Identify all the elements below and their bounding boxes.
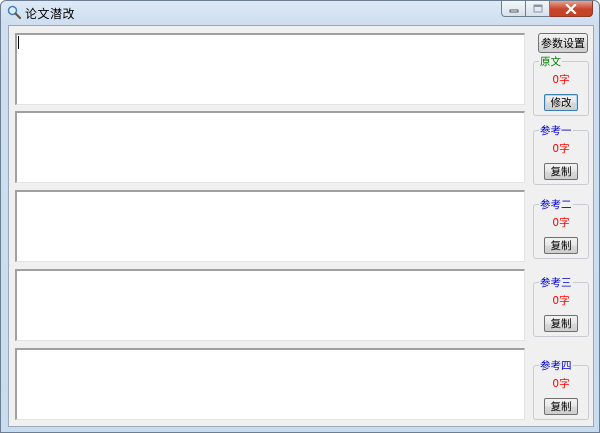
reference-four-text-area[interactable] bbox=[15, 348, 525, 420]
app-window: 论文潜改 参数设置 原文 0字 修改 参考一 0字 复制 参考二 0字 复制 参… bbox=[0, 0, 600, 433]
reference-four-word-count: 0字 bbox=[552, 378, 570, 390]
reference-one-group: 参考一 0字 复制 bbox=[533, 123, 589, 185]
modify-button[interactable]: 修改 bbox=[544, 94, 578, 111]
settings-button[interactable]: 参数设置 bbox=[538, 33, 588, 53]
title-bar[interactable]: 论文潜改 bbox=[1, 1, 599, 23]
reference-three-label: 参考三 bbox=[539, 275, 573, 290]
reference-two-text-area[interactable] bbox=[15, 190, 525, 262]
reference-four-copy-button[interactable]: 复制 bbox=[544, 398, 578, 415]
reference-four-label: 参考四 bbox=[539, 358, 573, 373]
reference-two-label: 参考二 bbox=[539, 197, 573, 212]
reference-three-copy-button[interactable]: 复制 bbox=[544, 315, 578, 332]
reference-two-copy-button[interactable]: 复制 bbox=[544, 237, 578, 254]
original-group: 原文 0字 修改 bbox=[533, 54, 589, 116]
client-area: 参数设置 原文 0字 修改 参考一 0字 复制 参考二 0字 复制 参考三 0字… bbox=[8, 25, 594, 427]
original-text-area[interactable] bbox=[15, 33, 525, 105]
maximize-icon bbox=[533, 4, 542, 13]
close-button[interactable] bbox=[550, 1, 593, 17]
minimize-icon bbox=[509, 9, 518, 12]
reference-two-word-count: 0字 bbox=[552, 217, 570, 229]
caption-buttons bbox=[501, 1, 593, 18]
reference-one-copy-button[interactable]: 复制 bbox=[544, 163, 578, 180]
original-group-label: 原文 bbox=[539, 54, 562, 69]
text-caret bbox=[18, 36, 19, 49]
reference-three-group: 参考三 0字 复制 bbox=[533, 275, 589, 337]
reference-one-word-count: 0字 bbox=[552, 143, 570, 155]
reference-three-word-count: 0字 bbox=[552, 295, 570, 307]
original-word-count: 0字 bbox=[552, 74, 570, 86]
minimize-button[interactable] bbox=[501, 1, 526, 17]
reference-three-text-area[interactable] bbox=[15, 269, 525, 341]
reference-one-text-area[interactable] bbox=[15, 111, 525, 183]
close-icon bbox=[565, 3, 577, 14]
reference-four-group: 参考四 0字 复制 bbox=[533, 358, 589, 420]
magnifier-icon bbox=[7, 5, 22, 20]
window-title: 论文潜改 bbox=[25, 7, 76, 21]
reference-one-label: 参考一 bbox=[539, 123, 573, 138]
maximize-button[interactable] bbox=[526, 1, 550, 17]
reference-two-group: 参考二 0字 复制 bbox=[533, 197, 589, 259]
